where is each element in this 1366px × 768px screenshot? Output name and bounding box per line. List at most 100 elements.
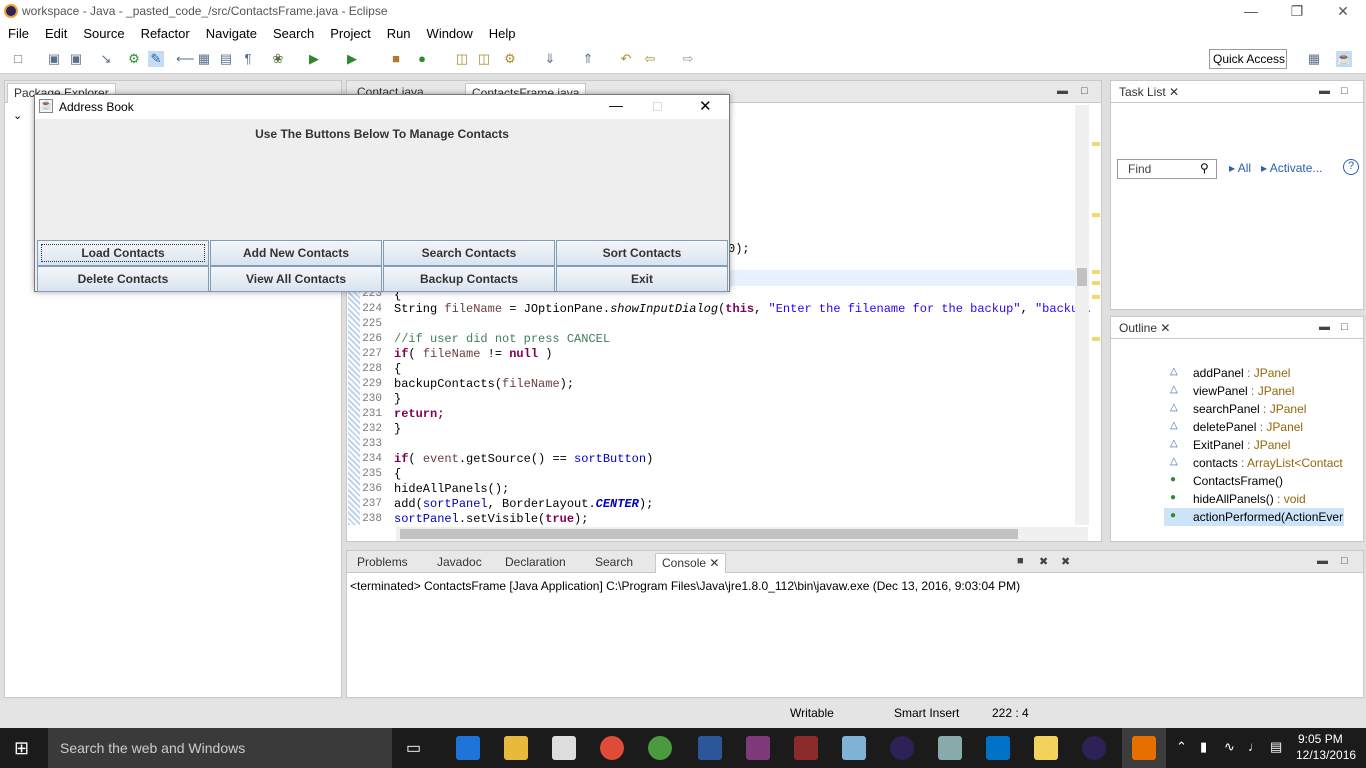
taskbar-search-box[interactable]: Search the web and Windows — [48, 728, 392, 768]
paragraph-icon[interactable]: ¶ — [240, 51, 256, 67]
menu-edit[interactable]: Edit — [37, 26, 75, 41]
dialog-minimize-icon[interactable]: — — [609, 97, 623, 113]
outline-item[interactable]: hideAllPanels() : void — [1193, 492, 1306, 506]
annotation-icon[interactable]: ⟵ — [176, 51, 195, 67]
menu-search[interactable]: Search — [265, 26, 322, 41]
outline-item[interactable]: viewPanel : JPanel — [1193, 384, 1294, 398]
run-icon[interactable]: ▶ — [306, 51, 322, 67]
last-edit-icon[interactable]: ↶ — [618, 51, 634, 67]
menu-project[interactable]: Project — [322, 26, 378, 41]
eclipse-taskbar-icon-2[interactable] — [1082, 736, 1106, 760]
delete-contacts-button[interactable]: Delete Contacts — [37, 266, 209, 292]
open-type-icon[interactable]: ⚙ — [126, 51, 142, 67]
menu-help[interactable]: Help — [481, 26, 524, 41]
menu-file[interactable]: File — [0, 26, 37, 41]
outline-item[interactable]: contacts : ArrayList<Contact — [1193, 456, 1343, 470]
mark-occurrences-icon[interactable]: ✎ — [148, 51, 164, 67]
close-icon[interactable]: ✕ — [1320, 0, 1366, 22]
maximize-console-icon[interactable]: □ — [1341, 555, 1348, 567]
outline-item-selected[interactable]: actionPerformed(ActionEver — [1193, 510, 1343, 524]
tab-search[interactable]: Search — [589, 553, 639, 573]
minimize-outline-icon[interactable]: ▬ — [1319, 321, 1330, 333]
menu-window[interactable]: Window — [419, 26, 481, 41]
wifi-icon[interactable]: ∿ — [1224, 739, 1235, 755]
store-icon[interactable] — [552, 736, 576, 760]
code-area[interactable]: 223 { 224 String fileName = JOptionPane.… — [348, 285, 1092, 526]
battery-icon[interactable]: ▮ — [1200, 739, 1207, 755]
menu-run[interactable]: Run — [379, 26, 419, 41]
menu-source[interactable]: Source — [75, 26, 132, 41]
task-all-link[interactable]: ▸ All — [1229, 161, 1251, 175]
tab-task-list[interactable]: Task List ✕ — [1113, 83, 1185, 103]
globe-app-icon[interactable] — [648, 736, 672, 760]
editor-vertical-scrollbar[interactable] — [1075, 105, 1089, 525]
eclipse-taskbar-icon[interactable] — [890, 736, 914, 760]
dialog-maximize-icon[interactable]: □ — [653, 98, 661, 114]
open-folder-icon[interactable]: ◫ — [454, 51, 470, 67]
tab-problems[interactable]: Problems — [351, 553, 414, 573]
outlook-icon[interactable] — [986, 736, 1010, 760]
prev-annotation-icon[interactable]: ⇑ — [580, 51, 596, 67]
add-new-contacts-button[interactable]: Add New Contacts — [210, 240, 382, 266]
minimize-icon[interactable]: — — [1228, 0, 1274, 22]
remove-all-icon[interactable]: ✖ — [1061, 555, 1070, 568]
task-view-icon[interactable]: ▭ — [406, 738, 421, 758]
winrar-icon[interactable] — [794, 736, 818, 760]
back-icon[interactable]: ⇦ — [642, 51, 658, 67]
dialog-close-icon[interactable]: ✕ — [699, 97, 712, 115]
quick-access-input[interactable]: Quick Access — [1209, 49, 1287, 69]
terminate-icon[interactable]: ■ — [1017, 555, 1024, 567]
editor-horizontal-scrollbar[interactable] — [396, 527, 1088, 541]
tab-declaration[interactable]: Declaration — [499, 553, 572, 573]
task-find-input[interactable]: Find ⚲ — [1117, 159, 1217, 179]
chrome-icon[interactable] — [600, 736, 624, 760]
restore-icon[interactable]: ❐ — [1274, 0, 1320, 22]
tab-console[interactable]: Console ✕ — [655, 553, 727, 573]
hscroll-thumb[interactable] — [400, 529, 1018, 539]
load-contacts-button[interactable]: Load Contacts — [37, 240, 209, 266]
clock-date[interactable]: 12/13/2016 — [1296, 748, 1356, 762]
exit-button[interactable]: Exit — [556, 266, 728, 292]
folder-app-icon[interactable] — [1034, 736, 1058, 760]
save-all-icon[interactable]: ▣ — [68, 51, 84, 67]
paint-icon[interactable] — [938, 736, 962, 760]
word-icon[interactable] — [698, 736, 722, 760]
search-contacts-button[interactable]: Search Contacts — [383, 240, 555, 266]
outline-item[interactable]: addPanel : JPanel — [1193, 366, 1290, 380]
file-explorer-icon[interactable] — [504, 736, 528, 760]
outline-item[interactable]: searchPanel : JPanel — [1193, 402, 1306, 416]
search-tool-icon[interactable]: ⚙ — [502, 51, 518, 67]
new-package-icon[interactable]: ■ — [388, 51, 404, 67]
volume-icon[interactable]: ♩ — [1248, 739, 1261, 754]
backup-contacts-button[interactable]: Backup Contacts — [383, 266, 555, 292]
menu-refactor[interactable]: Refactor — [133, 26, 198, 41]
new-icon[interactable]: □ — [10, 51, 26, 67]
menu-navigate[interactable]: Navigate — [198, 26, 265, 41]
new-class-icon[interactable]: ● — [414, 51, 430, 67]
maximize-outline-icon[interactable]: □ — [1341, 321, 1348, 333]
clock-time[interactable]: 9:05 PM — [1298, 732, 1343, 746]
scroll-thumb[interactable] — [1077, 268, 1087, 286]
java-perspective-icon[interactable]: ☕ — [1336, 51, 1352, 67]
minimize-task-list-icon[interactable]: ▬ — [1319, 85, 1330, 97]
tab-outline[interactable]: Outline ✕ — [1113, 319, 1176, 339]
minimize-editor-icon[interactable]: ▬ — [1057, 85, 1068, 97]
task-activate-link[interactable]: ▸ Activate... — [1261, 161, 1322, 175]
windows-start-icon[interactable]: ⊞ — [14, 738, 29, 759]
open-perspective-icon[interactable]: ▦ — [1306, 51, 1322, 67]
outline-item[interactable]: ContactsFrame() — [1193, 474, 1283, 488]
open-task-icon[interactable]: ◫ — [476, 51, 492, 67]
run-coverage-icon[interactable]: ▶ — [344, 51, 360, 67]
next-annotation-icon[interactable]: ⇓ — [542, 51, 558, 67]
save-icon[interactable]: ▣ — [46, 51, 62, 67]
view-all-contacts-button[interactable]: View All Contacts — [210, 266, 382, 292]
notification-icon[interactable]: ▤ — [1270, 739, 1282, 755]
maximize-editor-icon[interactable]: □ — [1081, 85, 1088, 97]
block-select-icon[interactable]: ▦ — [196, 51, 212, 67]
maximize-task-list-icon[interactable]: □ — [1341, 85, 1348, 97]
edge-icon[interactable] — [456, 736, 480, 760]
outline-item[interactable]: ExitPanel : JPanel — [1193, 438, 1290, 452]
onenote-icon[interactable] — [746, 736, 770, 760]
tray-chevron-icon[interactable]: ⌃ — [1176, 739, 1187, 755]
forward-icon[interactable]: ⇨ — [680, 51, 696, 67]
